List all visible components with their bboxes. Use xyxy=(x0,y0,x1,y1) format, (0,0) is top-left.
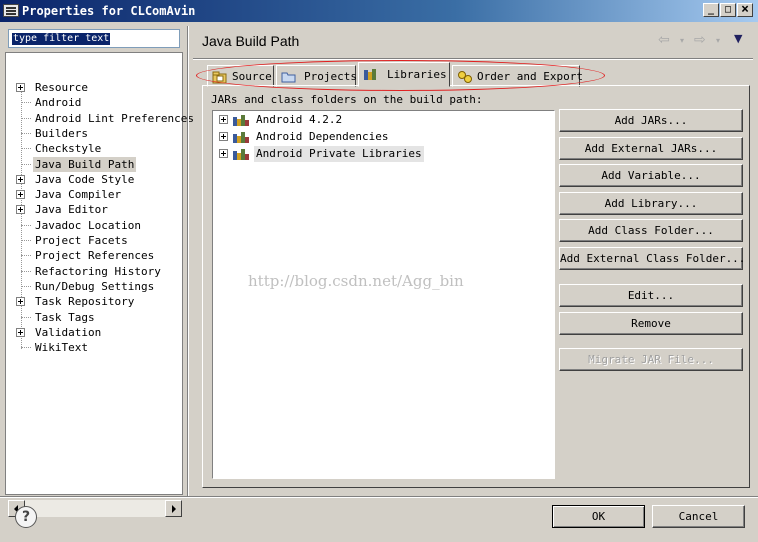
nav-item-label: WikiText xyxy=(35,341,88,355)
tree-connector xyxy=(21,285,31,287)
tree-connector xyxy=(21,347,31,349)
add-variable-button[interactable]: Add Variable... xyxy=(559,164,743,187)
library-item-label: Android 4.2.2 xyxy=(256,113,343,126)
back-history-dropdown-icon[interactable]: ▾ xyxy=(680,36,684,45)
nav-item-label: Refactoring History xyxy=(35,264,161,278)
pane-divider[interactable] xyxy=(187,26,189,496)
header-separator xyxy=(193,58,753,60)
back-arrow-icon[interactable]: ⇦ xyxy=(658,32,670,48)
libraries-tree[interactable]: Android 4.2.2 Android Dependencies Android… xyxy=(212,110,555,479)
library-item-label: Android Private Libraries xyxy=(254,146,424,162)
footer-separator xyxy=(0,496,758,498)
add-external-jars-button[interactable]: Add External JARs... xyxy=(559,137,743,160)
source-folder-icon xyxy=(212,71,227,84)
add-class-folder-button[interactable]: Add Class Folder... xyxy=(559,219,743,242)
expand-icon[interactable] xyxy=(219,132,228,141)
tab-libraries[interactable]: Libraries xyxy=(358,62,450,87)
tab-source-label: Source xyxy=(232,70,272,83)
tree-connector xyxy=(21,240,31,241)
tree-connector xyxy=(21,316,31,318)
nav-item-label: Javadoc Location xyxy=(35,218,141,232)
library-item-label: Android Dependencies xyxy=(256,130,389,143)
tree-guide-line xyxy=(21,87,22,349)
forward-arrow-icon[interactable]: ⇨ xyxy=(694,32,706,48)
close-button[interactable]: × xyxy=(737,3,753,17)
order-export-icon xyxy=(458,71,472,83)
arrow-right-icon xyxy=(172,505,176,513)
tab-projects-label: Projects xyxy=(304,70,357,83)
expand-icon[interactable] xyxy=(16,174,25,184)
tree-connector xyxy=(21,102,31,104)
add-library-button[interactable]: Add Library... xyxy=(559,192,743,215)
nav-item-label: Run/Debug Settings xyxy=(35,279,155,293)
help-icon[interactable]: ? xyxy=(15,506,37,528)
maximize-button[interactable]: □ xyxy=(720,3,736,17)
nav-item-label: Task Tags xyxy=(35,310,95,324)
edit-button[interactable]: Edit... xyxy=(559,284,743,307)
window-menu-icon[interactable] xyxy=(3,4,19,17)
nav-item-label: Java Code Style xyxy=(35,172,135,186)
view-menu-icon[interactable]: ▼ xyxy=(734,32,742,45)
watermark-text: http://blog.csdn.net/Agg_bin xyxy=(248,272,464,290)
page-title: Java Build Path xyxy=(202,33,300,49)
nav-item-label: Resource xyxy=(35,81,88,94)
expand-icon[interactable] xyxy=(219,115,228,124)
window-title: Properties for CLComAvin xyxy=(22,4,196,18)
nav-item-label: Task Repository xyxy=(35,295,135,309)
build-path-label: JARs and class folders on the build path… xyxy=(211,93,483,106)
nav-item-label: Android xyxy=(35,96,82,110)
filter-input-text: type filter text xyxy=(12,33,111,45)
nav-item-label: Java Compiler xyxy=(35,188,122,202)
add-external-class-folder-button[interactable]: Add External Class Folder... xyxy=(559,247,745,270)
expand-icon[interactable] xyxy=(16,327,25,337)
preference-nav-pane: type filter text Resource Android Android … xyxy=(5,27,194,517)
migrate-jar-file-button[interactable]: Migrate JAR File... xyxy=(559,348,743,371)
expand-icon[interactable] xyxy=(16,190,25,200)
nav-item-label: Validation xyxy=(35,325,102,339)
forward-history-dropdown-icon[interactable]: ▾ xyxy=(716,36,720,45)
tree-connector xyxy=(21,255,31,257)
remove-button[interactable]: Remove xyxy=(559,312,743,335)
filter-input[interactable]: type filter text xyxy=(8,29,180,48)
tab-order-and-export[interactable]: Order and Export xyxy=(452,65,583,87)
tree-connector xyxy=(21,163,31,165)
tree-connector xyxy=(21,117,31,119)
tab-source[interactable]: Source xyxy=(207,65,274,87)
projects-folder-icon xyxy=(281,72,296,83)
minimize-button[interactable]: _ xyxy=(703,3,719,17)
tab-order-and-export-label: Order and Export xyxy=(477,70,583,83)
library-container-icon xyxy=(233,115,249,126)
library-container-icon xyxy=(233,149,249,160)
nav-item-label: Java Build Path xyxy=(33,156,137,172)
expand-icon[interactable] xyxy=(219,149,228,158)
title-bar: Properties for CLComAvin _ □ × xyxy=(0,0,758,22)
expand-icon[interactable] xyxy=(16,205,25,215)
nav-item-label: Builders xyxy=(35,126,88,140)
nav-item-label: Project Facets xyxy=(35,234,128,247)
page-header: Java Build Path ⇦ ▾ ⇨ ▾ ▼ xyxy=(193,26,753,58)
nav-item-label: Checkstyle xyxy=(35,142,102,156)
tab-libraries-label: Libraries xyxy=(387,68,447,81)
scroll-right-button[interactable] xyxy=(165,500,182,517)
nav-item-label: Android Lint Preferences xyxy=(35,111,194,125)
expand-icon[interactable] xyxy=(16,83,25,92)
tree-connector xyxy=(21,270,31,272)
ok-button[interactable]: OK xyxy=(552,505,645,528)
libraries-icon xyxy=(364,69,376,80)
tree-connector xyxy=(21,132,31,134)
cancel-button[interactable]: Cancel xyxy=(652,505,745,528)
library-container-icon xyxy=(233,132,249,143)
nav-item-label: Java Editor xyxy=(35,203,108,217)
tree-connector xyxy=(21,224,31,226)
nav-item-label: Project References xyxy=(35,249,155,263)
property-page-tree: Resource Android Android Lint Preferences B… xyxy=(5,52,194,517)
add-jars-button[interactable]: Add JARs... xyxy=(559,109,743,132)
tree-connector xyxy=(21,148,31,150)
expand-icon[interactable] xyxy=(16,297,25,307)
tab-projects[interactable]: Projects xyxy=(276,65,357,87)
